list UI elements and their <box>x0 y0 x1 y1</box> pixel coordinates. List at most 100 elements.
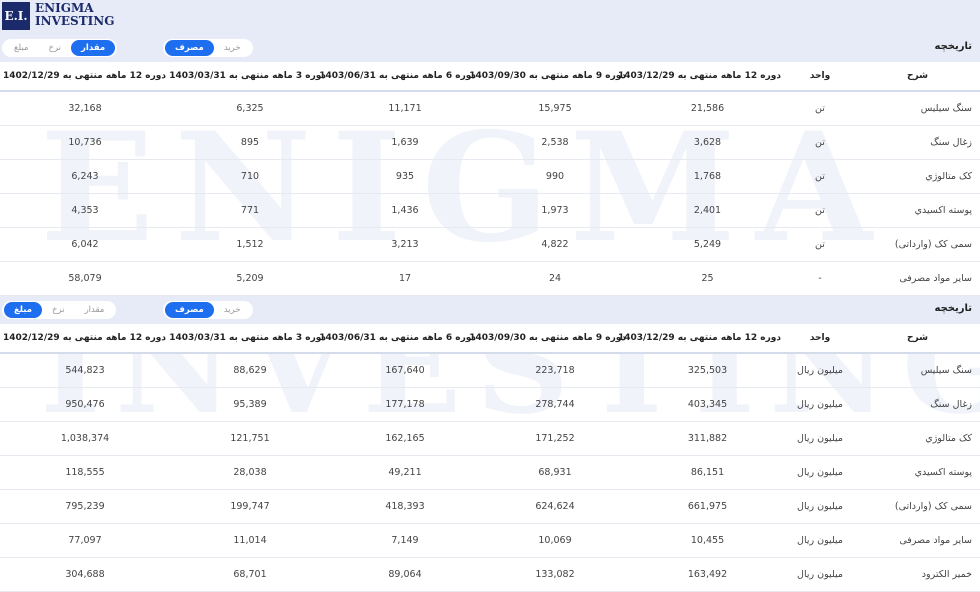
column-header-period: دوره 12 ماهه منتهی به 1402/12/29 <box>0 324 170 354</box>
column-header-period: دوره 12 ماهه منتهی به 1402/12/29 <box>0 62 170 92</box>
column-header-unit: واحد <box>785 62 855 92</box>
row-value: 167,640 <box>330 353 480 388</box>
table-row: سایر مواد مصرفی -25 24 17 5,209 58,079 <box>0 261 980 296</box>
row-value: 15,975 <box>480 91 630 126</box>
table-header-row: شرح واحد دوره 12 ماهه منتهی به 1403/12/29 د… <box>0 62 980 92</box>
row-value: 1,512 <box>170 227 330 262</box>
table-body: سنگ سیلیس تن 21,586 15,975 11,171 6,325 32,168… <box>0 91 980 296</box>
row-value: 177,178 <box>330 387 480 422</box>
toggle-quantity[interactable]: مقدار <box>75 302 115 318</box>
row-value: 2,401 <box>630 193 785 228</box>
row-value: 661,975 <box>630 489 785 524</box>
type-toggle: خرید مصرف <box>163 39 253 57</box>
row-description: پوسته اکسیدي <box>855 455 980 490</box>
column-header-period: دوره 12 ماهه منتهی به 1403/12/29 <box>618 324 785 354</box>
table-row: زغال سنگ میلیون ریال 403,345 278,744 177,178… <box>0 387 980 422</box>
row-value: 162,165 <box>330 421 480 456</box>
row-value: 68,931 <box>480 455 630 490</box>
row-value: 1,038,374 <box>0 421 170 456</box>
row-description: سنگ سیلیس <box>855 353 980 388</box>
row-unit: تن <box>785 159 855 194</box>
row-value: 418,393 <box>330 489 480 524</box>
row-unit: میلیون ریال <box>785 353 855 388</box>
row-unit: - <box>785 261 855 296</box>
toggle-amount[interactable]: مبلغ <box>4 40 38 56</box>
row-value: 11,014 <box>170 523 330 558</box>
row-value: 311,882 <box>630 421 785 456</box>
panel-header: تاریخچه خرید مصرف مقدار نرخ مبلغ <box>0 34 980 62</box>
row-description: کک متالوژي <box>855 421 980 456</box>
panel-header: تاریخچه خرید مصرف مقدار نرخ مبلغ <box>0 296 980 324</box>
table-row: سایر مواد مصرفی میلیون ریال 10,455 10,069 7,… <box>0 523 980 558</box>
row-value: 7,149 <box>330 523 480 558</box>
row-value: 58,079 <box>0 261 170 296</box>
row-description: کک متالوژي <box>855 159 980 194</box>
row-value: 895 <box>170 125 330 160</box>
toggle-amount[interactable]: مبلغ <box>4 302 43 318</box>
column-header-period: دوره 12 ماهه منتهی به 1403/12/29 <box>618 62 785 92</box>
history-table: شرح واحد دوره 12 ماهه منتهی به 1403/12/29 د… <box>0 62 980 296</box>
column-header-period: دوره 9 ماهه منتهی به 1403/09/30 <box>469 62 630 92</box>
row-description: سایر مواد مصرفی <box>855 261 980 296</box>
row-value: 21,586 <box>630 91 785 126</box>
row-value: 771 <box>170 193 330 228</box>
row-description: سمی کک (وارداتی) <box>855 227 980 262</box>
row-description: خمیر الکترود <box>855 557 980 592</box>
column-header-period: دوره 6 ماهه منتهی به 1403/06/31 <box>319 324 480 354</box>
row-value: 68,701 <box>170 557 330 592</box>
row-value: 10,069 <box>480 523 630 558</box>
row-value: 710 <box>170 159 330 194</box>
row-description: سنگ سیلیس <box>855 91 980 126</box>
row-value: 1,639 <box>330 125 480 160</box>
table-row: سمی کک (وارداتی) تن 5,249 4,822 3,213 1,512 6,… <box>0 227 980 262</box>
row-unit: تن <box>785 227 855 262</box>
table-row: خمیر الکترود میلیون ریال 163,492 133,082 89,… <box>0 557 980 592</box>
column-header-period: دوره 6 ماهه منتهی به 1403/06/31 <box>319 62 480 92</box>
row-value: 795,239 <box>0 489 170 524</box>
row-value: 89,064 <box>330 557 480 592</box>
row-unit: تن <box>785 91 855 126</box>
row-value: 624,624 <box>480 489 630 524</box>
column-header-period: دوره 9 ماهه منتهی به 1403/09/30 <box>469 324 630 354</box>
row-value: 223,718 <box>480 353 630 388</box>
column-header-period: دوره 3 ماهه منتهی به 1403/03/31 <box>169 62 330 92</box>
row-value: 10,455 <box>630 523 785 558</box>
toggle-purchase[interactable]: خرید <box>214 302 251 318</box>
row-value: 6,325 <box>170 91 330 126</box>
toggle-rate[interactable]: نرخ <box>38 40 71 56</box>
row-description: سایر مواد مصرفی <box>855 523 980 558</box>
table-row: سنگ سیلیس میلیون ریال 325,503 223,718 167,64… <box>0 353 980 388</box>
row-value: 1,973 <box>480 193 630 228</box>
row-value: 5,249 <box>630 227 785 262</box>
row-value: 118,555 <box>0 455 170 490</box>
row-value: 88,629 <box>170 353 330 388</box>
brand-mark: E.I. <box>2 2 30 30</box>
row-value: 4,822 <box>480 227 630 262</box>
row-value: 1,436 <box>330 193 480 228</box>
row-value: 10,736 <box>0 125 170 160</box>
row-value: 3,628 <box>630 125 785 160</box>
row-description: زغال سنگ <box>855 387 980 422</box>
row-description: زغال سنگ <box>855 125 980 160</box>
table-row: سمی کک (وارداتی) میلیون ریال 661,975 624,62… <box>0 489 980 524</box>
row-value: 4,353 <box>0 193 170 228</box>
row-value: 171,252 <box>480 421 630 456</box>
row-value: 6,243 <box>0 159 170 194</box>
row-value: 86,151 <box>630 455 785 490</box>
toggle-consumption[interactable]: مصرف <box>165 40 214 56</box>
row-description: پوسته اکسیدي <box>855 193 980 228</box>
row-value: 11,171 <box>330 91 480 126</box>
toggle-quantity[interactable]: مقدار <box>71 40 116 56</box>
row-unit: میلیون ریال <box>785 489 855 524</box>
row-value: 3,213 <box>330 227 480 262</box>
table-header-row: شرح واحد دوره 12 ماهه منتهی به 1403/12/29 د… <box>0 324 980 354</box>
row-unit: میلیون ریال <box>785 387 855 422</box>
toggle-consumption[interactable]: مصرف <box>165 302 214 318</box>
toggle-rate[interactable]: نرخ <box>42 302 75 318</box>
toggle-purchase[interactable]: خرید <box>214 40 251 56</box>
row-value: 544,823 <box>0 353 170 388</box>
row-value: 32,168 <box>0 91 170 126</box>
metric-toggle: مقدار نرخ مبلغ <box>2 301 117 319</box>
row-description: سمی کک (وارداتی) <box>855 489 980 524</box>
row-value: 49,211 <box>330 455 480 490</box>
